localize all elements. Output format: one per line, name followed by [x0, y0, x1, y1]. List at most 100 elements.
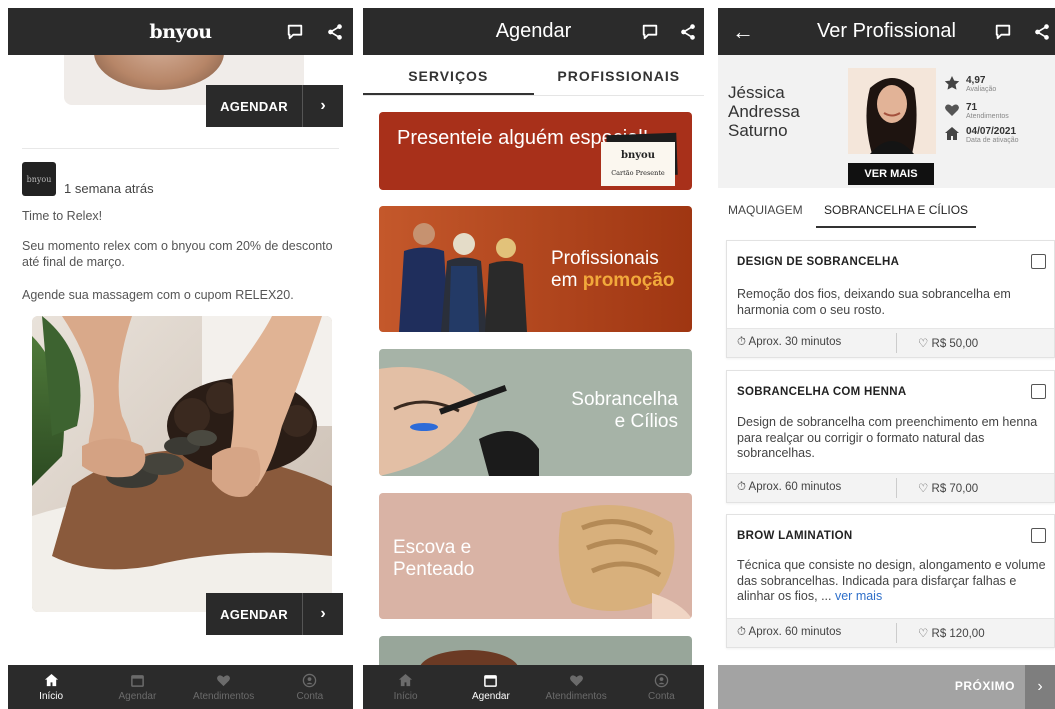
top-bar: ← Ver Profissional: [718, 8, 1055, 55]
service-desc: Técnica que consiste no design, alongame…: [737, 558, 1046, 605]
agendar-label: AGENDAR: [220, 606, 288, 622]
bottom-nav: Início Agendar Atendimentos Conta: [8, 665, 353, 709]
home-icon: [399, 673, 413, 686]
service-checkbox[interactable]: [1031, 254, 1046, 269]
nav-atendimentos[interactable]: Atendimentos: [534, 665, 619, 709]
service-desc: Remoção dos fios, deixando sua sobrancel…: [737, 287, 1011, 317]
chat-icon[interactable]: [641, 23, 659, 41]
braid-photo: [558, 505, 692, 619]
banner-promocao[interactable]: Profissionais em promoção: [379, 206, 692, 332]
nav-conta[interactable]: Conta: [267, 665, 353, 709]
tab-profissionais[interactable]: PROFISSIONAIS: [534, 55, 705, 95]
service-price: ♡ R$ 120,00: [918, 628, 985, 640]
agendar-label: AGENDAR: [220, 98, 288, 114]
post-cta: Agende sua massagem com o cupom RELEX20.: [22, 288, 294, 302]
service-title: SOBRANCELHA COM HENNA: [737, 386, 907, 398]
share-icon[interactable]: [1033, 23, 1051, 41]
professional-photo: [848, 68, 936, 154]
share-icon[interactable]: [326, 23, 344, 41]
nav-label: Agendar: [471, 690, 510, 702]
nav-label: Início: [39, 690, 64, 702]
nav-inicio[interactable]: Início: [363, 665, 448, 709]
user-icon: [303, 673, 317, 687]
nav-conta[interactable]: Conta: [619, 665, 704, 709]
service-duration: ⏱ Aprox. 30 minutos: [737, 336, 842, 348]
duration-text: Aprox. 60 minutos: [748, 481, 842, 493]
banner-sobrancelha[interactable]: Sobrancelha e Cílios: [379, 349, 692, 476]
service-card[interactable]: DESIGN DE SOBRANCELHA Remoção dos fios, …: [726, 240, 1055, 358]
divider: [22, 148, 339, 149]
service-price: ♡ R$ 50,00: [918, 338, 979, 350]
agendar-button-top[interactable]: AGENDAR ›: [206, 85, 343, 127]
nav-inicio[interactable]: Início: [8, 665, 94, 709]
gift-card-label: Cartão Presente: [611, 169, 665, 177]
nav-agendar[interactable]: Agendar: [448, 665, 533, 709]
price-text: R$ 50,00: [931, 338, 979, 350]
nav-label: Agendar: [118, 690, 157, 702]
stat-appointments: 71 Atendimentos: [944, 102, 1009, 123]
activation-label: Data de ativação: [966, 137, 1019, 144]
chat-icon[interactable]: [286, 23, 304, 41]
service-footer: ⏱ Aprox. 60 minutos ♡ R$ 70,00: [727, 473, 1054, 502]
nav-label: Conta: [648, 690, 675, 702]
massage-photo: [32, 316, 332, 612]
tab-servicos[interactable]: SERVIÇOS: [363, 55, 534, 95]
promo-highlight: promoção: [582, 270, 675, 291]
name-line: Jéssica: [728, 83, 785, 102]
chevron-right-icon: ›: [302, 85, 343, 127]
agendar-screen: Agendar SERVIÇOS PROFISSIONAIS Presentei…: [363, 0, 704, 709]
top-bar: bnyou: [8, 8, 353, 55]
proximo-label: PRÓXIMO: [954, 679, 1015, 693]
post-body: Seu momento relex com o bnyou com 20% de…: [22, 239, 333, 269]
nav-label: Início: [393, 690, 418, 702]
banner-hair-text: Escova e Penteado: [393, 537, 474, 581]
gift-card-brand: bnyou: [620, 150, 655, 161]
service-checkbox[interactable]: [1031, 384, 1046, 399]
service-tabs: MAQUIAGEM SOBRANCELHA E CÍLIOS: [718, 203, 1055, 231]
nav-atendimentos[interactable]: Atendimentos: [181, 665, 267, 709]
price-text: R$ 120,00: [931, 628, 985, 640]
ver-mais-link[interactable]: ver mais: [835, 589, 882, 603]
name-line: Andressa: [728, 102, 800, 121]
bottom-nav: Início Agendar Atendimentos Conta: [363, 665, 704, 709]
hair-line2: Penteado: [393, 559, 475, 580]
nav-label: Conta: [296, 690, 324, 702]
promo-line2: em promoção: [551, 270, 675, 292]
calendar-icon: [484, 674, 498, 687]
heart-hand-icon: [945, 104, 959, 116]
rating-value: 4,97: [966, 75, 986, 86]
service-footer: ⏱ Aprox. 30 minutos ♡ R$ 50,00: [727, 328, 1054, 357]
tab-maquiagem[interactable]: MAQUIAGEM: [728, 203, 803, 217]
share-icon[interactable]: [679, 23, 697, 41]
stat-activation: 04/07/2021 Data de ativação: [944, 126, 1019, 147]
banner-presente[interactable]: Presenteie alguém especial! bnyou Cartão…: [379, 112, 692, 190]
ver-mais-button[interactable]: VER MAIS: [848, 163, 934, 185]
appointments-value: 71: [966, 102, 978, 113]
nav-agendar[interactable]: Agendar: [94, 665, 180, 709]
banner-escova[interactable]: Escova e Penteado: [379, 493, 692, 619]
service-checkbox[interactable]: [1031, 528, 1046, 543]
tab-sobrancelha[interactable]: SOBRANCELHA E CÍLIOS: [816, 203, 977, 228]
promo-em: em: [551, 270, 583, 291]
duration-text: Aprox. 60 minutos: [748, 626, 842, 638]
gift-card-image: bnyou Cartão Presente: [601, 142, 675, 186]
chat-icon[interactable]: [994, 23, 1012, 41]
name-line: Saturno: [728, 121, 788, 140]
proximo-button[interactable]: PRÓXIMO ›: [718, 665, 1055, 709]
service-card[interactable]: BROW LAMINATION Técnica que consiste no …: [726, 514, 1055, 648]
eyelash-photo: [379, 367, 539, 476]
service-duration: ⏱ Aprox. 60 minutos: [737, 626, 842, 638]
chevron-right-icon: ›: [302, 593, 343, 635]
professional-screen: ← Ver Profissional Jéssica Andressa Satu…: [718, 0, 1055, 709]
top-bar: Agendar: [363, 8, 704, 55]
service-card[interactable]: SOBRANCELHA COM HENNA Design de sobrance…: [726, 370, 1055, 503]
brows-line2: e Cílios: [614, 411, 678, 432]
stat-rating: 4,97 Avaliação: [944, 75, 996, 96]
feed-screen: bnyou AGENDAR › bnyou 1 semana atrás Tim…: [8, 0, 353, 709]
home-icon: [44, 673, 58, 686]
agendar-button-post[interactable]: AGENDAR ›: [206, 593, 343, 635]
chevron-right-icon: ›: [1025, 665, 1055, 709]
star-icon: [944, 76, 960, 90]
service-price: ♡ R$ 70,00: [918, 483, 979, 495]
post-avatar: bnyou: [22, 162, 56, 196]
